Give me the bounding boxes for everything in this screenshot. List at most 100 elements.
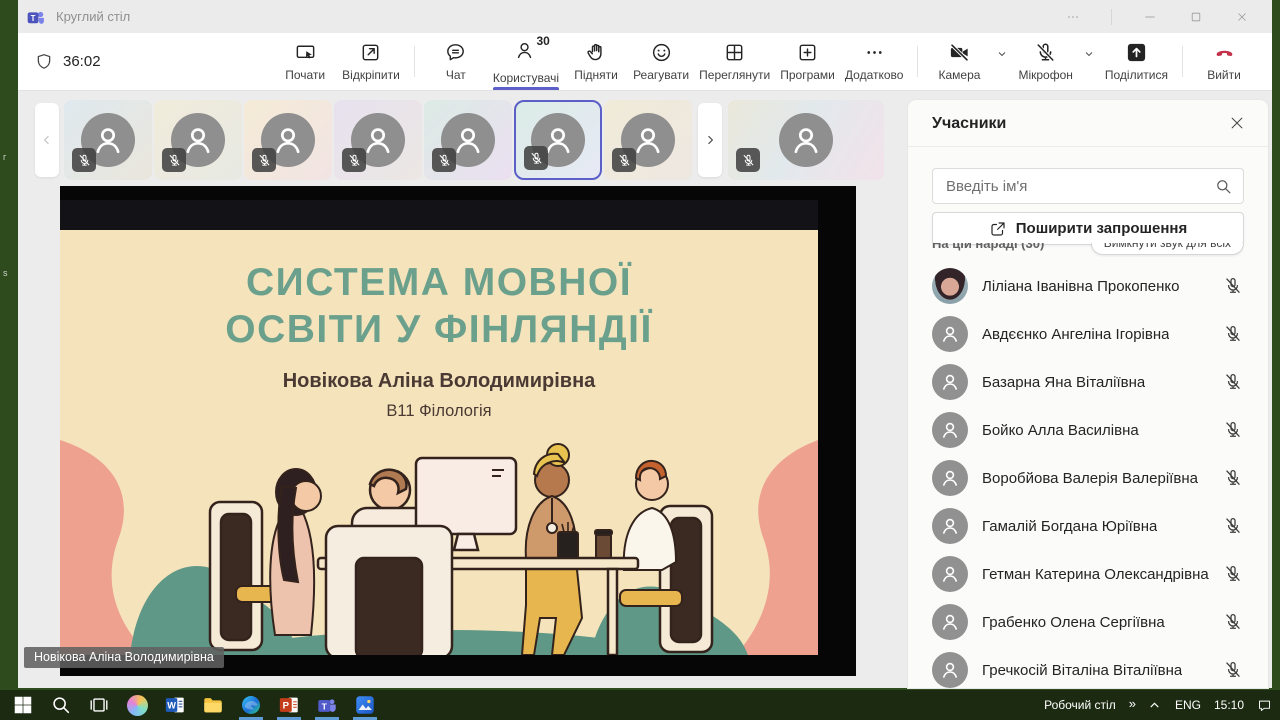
taskbar-search-button[interactable] bbox=[42, 690, 80, 720]
apps-button[interactable]: Програми bbox=[775, 33, 840, 90]
participant-mic-muted-icon[interactable] bbox=[1222, 275, 1244, 297]
window-close-button[interactable] bbox=[1234, 9, 1250, 25]
participants-count-badge: 30 bbox=[536, 34, 549, 48]
participant-row[interactable]: Гречкосій Віталіна Віталіївна bbox=[932, 646, 1244, 688]
close-panel-button[interactable] bbox=[1228, 114, 1248, 134]
camera-button[interactable]: Камера bbox=[927, 33, 991, 90]
task-view-icon bbox=[88, 694, 110, 716]
participants-section-row: На цій нараді (30) Вимкнути звук для всі… bbox=[932, 243, 1244, 256]
participant-video-tile[interactable] bbox=[334, 100, 422, 180]
svg-text:W: W bbox=[167, 701, 176, 711]
search-icon bbox=[50, 694, 72, 716]
mic-muted-badge bbox=[736, 148, 760, 172]
participant-mic-muted-icon[interactable] bbox=[1222, 371, 1244, 393]
participant-avatar bbox=[932, 412, 968, 448]
toolbar-overflow-chevron[interactable]: » bbox=[1129, 696, 1134, 711]
taskbar-copilot-button[interactable] bbox=[118, 690, 156, 720]
participant-name: Гречкосій Віталіна Віталіївна bbox=[982, 662, 1182, 679]
microphone-button[interactable]: Мікрофон bbox=[1013, 33, 1077, 90]
search-input[interactable] bbox=[944, 177, 1214, 196]
taskbar-start-button[interactable] bbox=[4, 690, 42, 720]
taskbar-task-view-button[interactable] bbox=[80, 690, 118, 720]
taskbar-edge-button[interactable] bbox=[232, 690, 270, 720]
participant-row[interactable]: Ліліана Іванівна Прокопенко bbox=[932, 262, 1244, 310]
taskbar-word-button[interactable]: W bbox=[156, 690, 194, 720]
participant-list-viewport: На цій нараді (30) Вимкнути звук для всі… bbox=[932, 243, 1244, 688]
filmstrip-scroll-left-button[interactable] bbox=[35, 103, 59, 177]
participant-video-tile[interactable] bbox=[514, 100, 602, 180]
raise-hand-button[interactable]: Підняти bbox=[564, 33, 628, 90]
taskbar-photos-button[interactable] bbox=[346, 690, 384, 720]
camera-options-chevron[interactable] bbox=[991, 17, 1013, 90]
desktop-toolbar-label[interactable]: Робочий стіл bbox=[1044, 698, 1116, 712]
chat-button[interactable]: Чат bbox=[424, 33, 488, 90]
toolbar-separator bbox=[1182, 46, 1183, 77]
participant-mic-muted-icon[interactable] bbox=[1222, 611, 1244, 633]
participant-video-tile[interactable] bbox=[244, 100, 332, 180]
add-app-icon bbox=[796, 41, 819, 64]
toolbar-separator bbox=[917, 46, 918, 77]
participant-row[interactable]: Бойко Алла Василівна bbox=[932, 406, 1244, 454]
participant-row[interactable]: Авдєєнко Ангеліна Ігорівна bbox=[932, 310, 1244, 358]
share-tray-icon bbox=[1125, 41, 1148, 64]
powerpoint-icon: P bbox=[278, 694, 300, 716]
search-icon bbox=[1214, 177, 1233, 196]
participants-button[interactable]: 30 Користувачі bbox=[488, 33, 564, 90]
participant-video-tile-wide[interactable] bbox=[728, 100, 884, 180]
share-invite-button[interactable]: Поширити запрошення bbox=[932, 212, 1244, 245]
taskbar-file-explorer-button[interactable] bbox=[194, 690, 232, 720]
taskbar-powerpoint-button[interactable]: P bbox=[270, 690, 308, 720]
participant-mic-muted-icon[interactable] bbox=[1222, 659, 1244, 681]
unpin-button[interactable]: Відкріпити bbox=[337, 33, 405, 90]
share-invite-icon bbox=[989, 220, 1007, 238]
toolbar-label: Почати bbox=[285, 68, 325, 82]
window-minimize-button[interactable] bbox=[1142, 9, 1158, 25]
leave-button[interactable]: Вийти bbox=[1192, 33, 1256, 90]
more-options-button[interactable]: Додатково bbox=[840, 33, 909, 90]
toolbar-label: Чат bbox=[446, 68, 466, 82]
participant-video-tile[interactable] bbox=[424, 100, 512, 180]
participant-mic-muted-icon[interactable] bbox=[1222, 419, 1244, 441]
participant-name: Воробйова Валерія Валеріївна bbox=[982, 470, 1198, 487]
mute-all-button[interactable]: Вимкнути звук для всіх bbox=[1091, 243, 1244, 255]
participant-video-tile[interactable] bbox=[64, 100, 152, 180]
taskbar-teams-button[interactable]: T bbox=[308, 690, 346, 720]
mic-muted-badge bbox=[252, 148, 276, 172]
participant-row[interactable]: Гамалій Богдана Юріївна bbox=[932, 502, 1244, 550]
view-button[interactable]: Переглянути bbox=[694, 33, 775, 90]
participant-mic-muted-icon[interactable] bbox=[1222, 563, 1244, 585]
chevron-left-icon bbox=[40, 133, 54, 147]
show-hidden-icons-chevron[interactable] bbox=[1147, 698, 1162, 713]
participant-search[interactable] bbox=[932, 168, 1244, 204]
participant-avatar bbox=[932, 268, 968, 304]
participant-name: Авдєєнко Ангеліна Ігорівна bbox=[982, 326, 1169, 343]
mic-off-icon bbox=[1034, 41, 1057, 64]
react-button[interactable]: Реагувати bbox=[628, 33, 694, 90]
filmstrip-scroll-right-button[interactable] bbox=[698, 103, 722, 177]
slide-illustration bbox=[60, 440, 818, 655]
hang-up-icon bbox=[1213, 41, 1236, 64]
participant-mic-muted-icon[interactable] bbox=[1222, 323, 1244, 345]
language-indicator[interactable]: ENG bbox=[1175, 698, 1201, 712]
window-maximize-button[interactable] bbox=[1188, 9, 1204, 25]
participant-video-tile[interactable] bbox=[604, 100, 692, 180]
participant-mic-muted-icon[interactable] bbox=[1222, 467, 1244, 489]
notification-icon[interactable] bbox=[1257, 698, 1272, 713]
teams-logo-icon: T bbox=[26, 7, 46, 27]
clock[interactable]: 15:10 bbox=[1214, 698, 1244, 712]
copilot-icon bbox=[127, 695, 148, 716]
presentation-stage: СИСТЕМА МОВНОЇОСВІТИ У ФІНЛЯНДІЇ Новіков… bbox=[60, 186, 856, 676]
participant-row[interactable]: Гетман Катерина Олександрівна bbox=[932, 550, 1244, 598]
participant-row[interactable]: Грабенко Олена Сергіївна bbox=[932, 598, 1244, 646]
toolbar-label: Підняти bbox=[574, 68, 618, 82]
meeting-toolbar: 36:02 Почати Відкріпити Чат 30 Користува… bbox=[18, 33, 1272, 91]
microphone-options-chevron[interactable] bbox=[1078, 17, 1100, 90]
start-sharing-button[interactable]: Почати bbox=[273, 33, 337, 90]
window-title: Круглий стіл bbox=[56, 9, 130, 24]
participant-video-tile[interactable] bbox=[154, 100, 242, 180]
participant-row[interactable]: Базарна Яна Віталіївна bbox=[932, 358, 1244, 406]
filmstrip-tiles bbox=[64, 100, 692, 180]
share-content-button[interactable]: Поділитися bbox=[1100, 33, 1173, 90]
participant-row[interactable]: Воробйова Валерія Валеріївна bbox=[932, 454, 1244, 502]
participant-mic-muted-icon[interactable] bbox=[1222, 515, 1244, 537]
